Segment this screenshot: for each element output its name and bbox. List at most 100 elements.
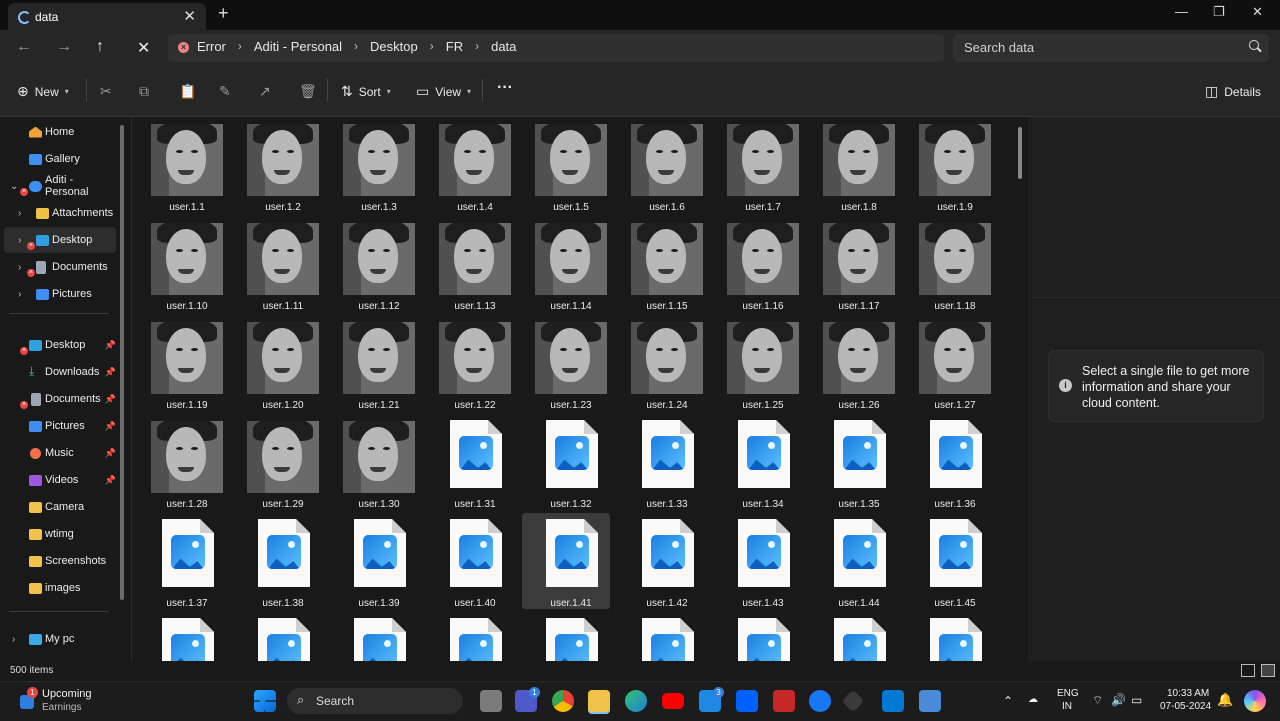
- paste-icon[interactable]: 📋: [179, 83, 196, 100]
- mcafee-icon[interactable]: [773, 690, 795, 712]
- address-bar[interactable]: × Error › Aditi - Personal › Desktop › F…: [168, 34, 944, 62]
- notification-bell-icon[interactable]: 🔔: [1217, 692, 1233, 708]
- new-button[interactable]: ⊕ New ▾: [17, 83, 69, 100]
- copy-icon[interactable]: ⧉: [139, 83, 149, 100]
- sidebar-item-documents-cloud[interactable]: › × Documents: [0, 254, 118, 280]
- tab-data[interactable]: data ✕: [8, 3, 206, 30]
- sidebar-item-pictures-cloud[interactable]: › Pictures: [0, 281, 118, 307]
- file-item[interactable]: user.1.14: [522, 216, 610, 312]
- sidebar-item-desktop-cloud[interactable]: › × Desktop: [4, 227, 116, 253]
- sidebar-item-pictures[interactable]: Pictures 📌: [0, 413, 118, 439]
- start-icon[interactable]: [254, 690, 276, 712]
- sidebar-item-home[interactable]: Home: [0, 119, 118, 145]
- file-item[interactable]: user.1.26: [810, 315, 898, 411]
- dropbox-icon[interactable]: [736, 690, 758, 712]
- file-item[interactable]: user.1.12: [330, 216, 418, 312]
- file-item[interactable]: user.1.30: [330, 414, 418, 510]
- sidebar-item-videos[interactable]: Videos 📌: [0, 467, 118, 493]
- file-item[interactable]: user.1.15: [618, 216, 706, 312]
- file-item[interactable]: user.1.18: [906, 216, 994, 312]
- sidebar-item-onedrive[interactable]: ⌄ × Aditi - Personal: [0, 173, 118, 199]
- more-options-button[interactable]: ···: [497, 79, 513, 97]
- chrome-icon[interactable]: [552, 690, 574, 712]
- file-item[interactable]: user.1.35: [810, 414, 898, 510]
- file-item[interactable]: user.1.37: [138, 513, 226, 609]
- file-item[interactable]: user.1.13: [426, 216, 514, 312]
- file-item[interactable]: user.1.25: [714, 315, 802, 411]
- file-item[interactable]: user.1.28: [138, 414, 226, 510]
- facebook-icon[interactable]: [809, 690, 831, 712]
- back-button[interactable]: ←: [16, 38, 32, 56]
- vscode-icon[interactable]: [882, 690, 904, 712]
- details-view-icon[interactable]: [1241, 664, 1255, 677]
- close-window-button[interactable]: ✕: [1252, 4, 1263, 20]
- file-item[interactable]: user.1.17: [810, 216, 898, 312]
- file-item[interactable]: user.1.20: [234, 315, 322, 411]
- onedrive-error-icon[interactable]: ☁: [1028, 694, 1038, 705]
- file-item[interactable]: user.1.8: [810, 117, 898, 213]
- breadcrumb-item[interactable]: Desktop: [370, 39, 418, 54]
- sidebar-item-wtimg[interactable]: wtimg: [0, 521, 118, 547]
- tiles-view-icon[interactable]: [1261, 664, 1275, 677]
- copilot-icon[interactable]: [1244, 690, 1266, 712]
- file-item[interactable]: user.1.40: [426, 513, 514, 609]
- file-item[interactable]: [234, 612, 322, 661]
- file-item[interactable]: user.1.29: [234, 414, 322, 510]
- file-item[interactable]: [138, 612, 226, 661]
- file-item[interactable]: user.1.27: [906, 315, 994, 411]
- sort-button[interactable]: ⇅ Sort ▾: [341, 83, 391, 100]
- file-item[interactable]: user.1.34: [714, 414, 802, 510]
- sidebar-item-gallery[interactable]: Gallery: [0, 146, 118, 172]
- sidebar-scrollbar[interactable]: [120, 125, 124, 600]
- file-grid-scrollbar[interactable]: [1018, 127, 1022, 179]
- file-item[interactable]: user.1.7: [714, 117, 802, 213]
- sidebar-item-images[interactable]: images: [0, 575, 118, 601]
- rename-icon[interactable]: ✎: [219, 83, 231, 100]
- file-item[interactable]: user.1.6: [618, 117, 706, 213]
- file-item[interactable]: [810, 612, 898, 661]
- maximize-button[interactable]: ❐: [1213, 4, 1225, 20]
- tab-close-button[interactable]: ✕: [183, 7, 196, 25]
- taskbar-search[interactable]: ⌕ Search: [287, 688, 463, 714]
- file-item[interactable]: user.1.11: [234, 216, 322, 312]
- file-item[interactable]: user.1.23: [522, 315, 610, 411]
- file-item[interactable]: user.1.32: [522, 414, 610, 510]
- git-icon[interactable]: [841, 689, 865, 713]
- file-item[interactable]: user.1.4: [426, 117, 514, 213]
- file-item[interactable]: user.1.5: [522, 117, 610, 213]
- file-item[interactable]: user.1.45: [906, 513, 994, 609]
- clock-time[interactable]: 10:33 AM: [1167, 688, 1209, 699]
- sidebar-item-screenshots[interactable]: Screenshots: [0, 548, 118, 574]
- sidebar-item-desktop[interactable]: × Desktop 📌: [0, 332, 118, 358]
- language-line-1[interactable]: ENG: [1057, 688, 1079, 699]
- battery-icon[interactable]: ▭: [1131, 693, 1142, 707]
- file-item[interactable]: user.1.31: [426, 414, 514, 510]
- view-button[interactable]: ▭ View ▾: [416, 83, 471, 100]
- file-item[interactable]: [906, 612, 994, 661]
- youtube-icon[interactable]: [662, 693, 684, 709]
- sidebar-item-music[interactable]: Music 📌: [0, 440, 118, 466]
- sidebar-item-my-pc[interactable]: › My pc: [0, 626, 118, 652]
- file-item[interactable]: user.1.19: [138, 315, 226, 411]
- file-item[interactable]: [618, 612, 706, 661]
- weather-widget[interactable]: 1 Upcoming Earnings: [16, 687, 136, 717]
- python-icon[interactable]: [919, 690, 941, 712]
- sidebar-item-camera[interactable]: Camera: [0, 494, 118, 520]
- sidebar-item-downloads[interactable]: ⤓ Downloads 📌: [0, 359, 118, 385]
- file-item[interactable]: [522, 612, 610, 661]
- file-item[interactable]: user.1.2: [234, 117, 322, 213]
- task-view-icon[interactable]: [480, 690, 502, 712]
- file-item[interactable]: user.1.24: [618, 315, 706, 411]
- file-explorer-icon[interactable]: [588, 690, 610, 714]
- file-item[interactable]: user.1.38: [234, 513, 322, 609]
- file-item[interactable]: [714, 612, 802, 661]
- file-item[interactable]: user.1.16: [714, 216, 802, 312]
- file-item[interactable]: user.1.41: [522, 513, 610, 609]
- file-item[interactable]: user.1.42: [618, 513, 706, 609]
- breadcrumb-item[interactable]: data: [491, 39, 516, 54]
- sidebar-item-documents[interactable]: × Documents 📌: [0, 386, 118, 412]
- volume-icon[interactable]: 🔊: [1111, 693, 1126, 707]
- edge-icon[interactable]: [625, 690, 647, 712]
- cut-icon[interactable]: ✂: [100, 83, 112, 100]
- file-item[interactable]: user.1.22: [426, 315, 514, 411]
